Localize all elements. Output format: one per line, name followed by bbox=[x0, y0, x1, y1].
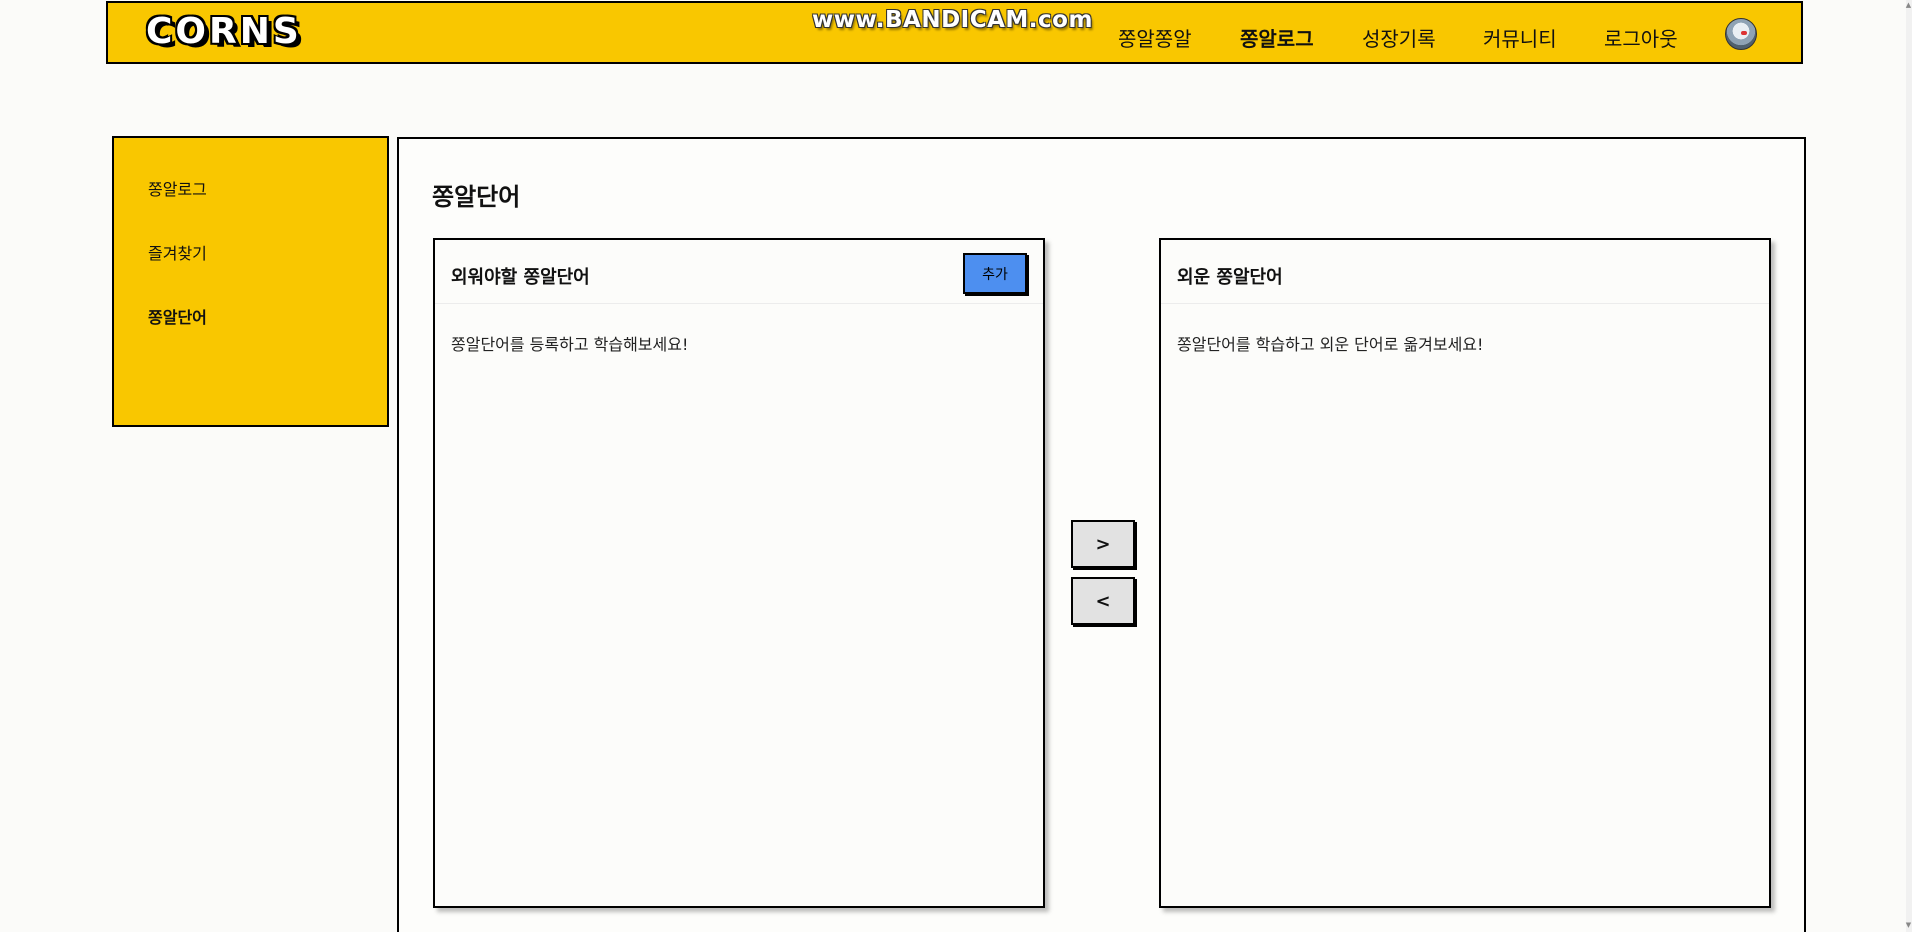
scroll-down-arrow-icon[interactable]: ▼ bbox=[1905, 920, 1912, 930]
page: CORNS www.BANDICAM.com 쫑알쫑알 쫑알로그 성장기록 커뮤… bbox=[0, 0, 1912, 932]
to-memorize-title: 외워야할 쫑알단어 bbox=[451, 267, 590, 288]
memorized-word-list: 외운 쫑알단어 쫑알단어를 학습하고 외운 단어로 옮겨보세요! bbox=[1159, 238, 1771, 908]
move-to-memorized-button[interactable]: > bbox=[1071, 520, 1135, 568]
memorized-title: 외운 쫑알단어 bbox=[1177, 267, 1283, 288]
sidebar-item-words[interactable]: 쫑알단어 bbox=[148, 304, 207, 328]
move-to-memorize-button[interactable]: < bbox=[1071, 577, 1135, 625]
top-header: CORNS www.BANDICAM.com 쫑알쫑알 쫑알로그 성장기록 커뮤… bbox=[106, 1, 1803, 64]
nav-item-community[interactable]: 커뮤니티 bbox=[1483, 23, 1557, 52]
to-memorize-header: 외워야할 쫑알단어 추가 bbox=[435, 240, 1043, 304]
memorized-empty-text: 쫑알단어를 학습하고 외운 단어로 옮겨보세요! bbox=[1177, 335, 1484, 354]
add-word-button[interactable]: 추가 bbox=[963, 253, 1027, 294]
nav-item-log[interactable]: 쫑알로그 bbox=[1240, 23, 1314, 52]
sidebar-item-log[interactable]: 쫑알로그 bbox=[148, 176, 207, 200]
page-title: 쫑알단어 bbox=[432, 183, 521, 211]
scroll-up-arrow-icon[interactable]: ▲ bbox=[1905, 0, 1912, 10]
page-scrollbar[interactable] bbox=[1906, 0, 1912, 932]
nav-item-chat[interactable]: 쫑알쫑알 bbox=[1118, 23, 1192, 52]
to-memorize-empty-text: 쫑알단어를 등록하고 학습해보세요! bbox=[451, 335, 689, 354]
sidebar: 쫑알로그 즐겨찾기 쫑알단어 bbox=[112, 136, 389, 427]
sidebar-item-favorites[interactable]: 즐겨찾기 bbox=[148, 240, 207, 264]
to-memorize-word-list: 외워야할 쫑알단어 추가 쫑알단어를 등록하고 학습해보세요! bbox=[433, 238, 1045, 908]
nav-item-growth[interactable]: 성장기록 bbox=[1362, 23, 1436, 52]
recording-watermark: www.BANDICAM.com bbox=[812, 7, 1093, 33]
user-avatar-icon[interactable] bbox=[1725, 18, 1757, 50]
logo[interactable]: CORNS bbox=[146, 11, 302, 55]
nav-item-logout[interactable]: 로그아웃 bbox=[1604, 23, 1678, 52]
main-panel: 쫑알단어 외워야할 쫑알단어 추가 쫑알단어를 등록하고 학습해보세요! > <… bbox=[397, 137, 1806, 932]
memorized-header: 외운 쫑알단어 bbox=[1161, 240, 1769, 304]
